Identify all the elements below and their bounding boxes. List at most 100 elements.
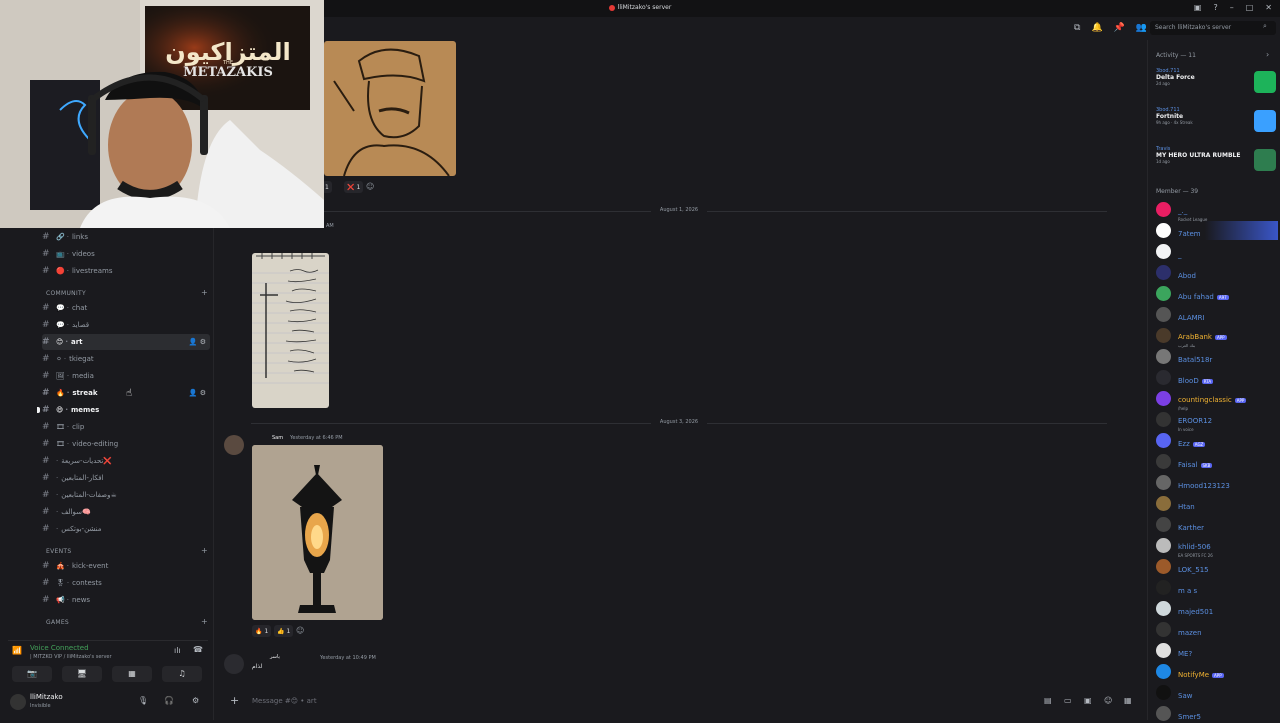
avatar[interactable] <box>10 694 26 710</box>
threads-icon[interactable]: ⧉ <box>1074 23 1080 33</box>
member-item[interactable]: Abod <box>1156 263 1278 282</box>
activities-button[interactable]: ▦ <box>112 666 152 682</box>
member-item[interactable]: Faisal SKB <box>1156 452 1278 471</box>
inbox-icon[interactable]: ▣ <box>1194 3 1202 12</box>
member-item[interactable]: BlooD RTA <box>1156 368 1278 387</box>
member-item[interactable]: m a s <box>1156 578 1278 597</box>
channel-item[interactable]: # 📢 · news <box>42 592 210 608</box>
member-item[interactable]: Hmood123123 <box>1156 473 1278 492</box>
maximize-button[interactable]: □ <box>1246 3 1254 12</box>
channel-item[interactable]: # 🔴 · livestreams <box>42 263 210 279</box>
emoji-icon[interactable]: ☺ <box>1104 696 1112 705</box>
member-item[interactable]: countingclassic APP/help <box>1156 389 1278 411</box>
channel-item[interactable]: # 💬 · قصايد <box>42 317 210 333</box>
channel-item[interactable]: # 🎖 · contests <box>42 575 210 591</box>
member-item[interactable]: Abu fahad A97 <box>1156 284 1278 303</box>
message-author[interactable]: Sam <box>272 435 283 441</box>
gift-icon[interactable]: ▤ <box>1044 696 1052 705</box>
channel-item[interactable]: # ⚪ · tkiegat <box>42 351 210 367</box>
avatar[interactable] <box>224 654 244 674</box>
avatar[interactable] <box>224 435 244 455</box>
activity-card[interactable]: 3bod.711 Delta Force 2d ago <box>1156 68 1276 102</box>
add-reaction-icon[interactable]: ☺ <box>366 182 374 191</box>
camera-button[interactable]: 📷 <box>12 666 52 682</box>
channel-item[interactable]: # · افكار-المتابعين <box>42 470 210 486</box>
member-item[interactable]: Saw <box>1156 683 1278 702</box>
reaction-button[interactable]: ❌ 1 <box>344 181 364 193</box>
settings-icon[interactable]: ⚙ <box>192 696 199 705</box>
category-games[interactable]: GAMES <box>46 619 69 626</box>
search-input[interactable]: Search lliMitzako's server <box>1150 21 1276 35</box>
member-item[interactable]: 7atem <box>1156 221 1278 240</box>
disconnect-icon[interactable]: ☎ <box>193 645 203 654</box>
reaction-button[interactable]: 👍 1 <box>274 625 294 637</box>
member-item[interactable]: Htan <box>1156 494 1278 513</box>
member-item[interactable]: Karther <box>1156 515 1278 534</box>
pin-icon[interactable]: 📌 <box>1114 23 1125 33</box>
close-button[interactable]: ✕ <box>1265 3 1272 12</box>
image-attachment-lantern[interactable] <box>252 445 383 620</box>
member-item[interactable]: EROOR12 In voice <box>1156 410 1278 432</box>
channel-emoji-icon: 🔗 <box>56 233 65 241</box>
member-item[interactable]: Batal518r <box>1156 347 1278 366</box>
channel-item[interactable]: # 😄 · memes <box>42 402 210 418</box>
add-channel-icon[interactable]: + <box>201 617 208 626</box>
username[interactable]: lliMitzako <box>30 693 63 701</box>
channel-settings-icon[interactable]: 👤 ⚙ <box>189 338 206 346</box>
channel-item[interactable]: # 🎞 · video-editing <box>42 436 210 452</box>
bell-icon[interactable]: 🔔 <box>1091 23 1102 33</box>
reaction-button[interactable]: 🔥 1 <box>252 625 272 637</box>
channel-item[interactable]: # · منشن-بوتكس <box>42 521 210 537</box>
member-item[interactable]: LOK_515 <box>1156 557 1278 576</box>
gif-icon[interactable]: ▭ <box>1064 696 1072 705</box>
screenshare-button[interactable]: 🖥 <box>62 666 102 682</box>
add-channel-icon[interactable]: + <box>201 288 208 297</box>
mic-icon[interactable]: 🎙 <box>138 696 148 705</box>
search-icon[interactable]: ⌕ <box>1263 22 1267 31</box>
add-attachment-icon[interactable]: + <box>230 694 239 707</box>
member-item[interactable]: _._ Rocket League <box>1156 200 1278 222</box>
member-item[interactable]: Ezz AGZ <box>1156 431 1278 450</box>
category-community[interactable]: COMMUNITY <box>46 290 86 297</box>
channel-item[interactable]: # 📺 · videos <box>42 246 210 262</box>
message-input[interactable]: Message #😊 • art <box>252 697 317 705</box>
member-item[interactable]: ArabBank APP بنك العرب <box>1156 326 1278 348</box>
minimize-button[interactable]: – <box>1230 3 1234 12</box>
apps-icon[interactable]: ▦ <box>1124 696 1132 705</box>
channel-item[interactable]: # · سوالف🧠 <box>42 504 210 520</box>
add-channel-icon[interactable]: + <box>201 546 208 555</box>
channel-item[interactable]: # · تحديات-سريعة❌ <box>42 453 210 469</box>
chevron-right-icon[interactable]: › <box>1266 50 1269 59</box>
message-author[interactable]: ياسر <box>270 654 280 660</box>
add-reaction-icon[interactable]: ☺ <box>296 626 304 635</box>
channel-item[interactable]: # 😊 · art 👤 ⚙ <box>42 334 210 350</box>
member-item[interactable]: NotifyMe APP <box>1156 662 1278 681</box>
member-item[interactable]: majed501 <box>1156 599 1278 618</box>
channel-item[interactable]: # 🖼 · media <box>42 368 210 384</box>
soundboard-button[interactable]: ♫ <box>162 666 202 682</box>
help-icon[interactable]: ? <box>1213 3 1217 12</box>
activity-card[interactable]: 3bod.711 Fortnite 9h ago · 4x Streak <box>1156 107 1276 141</box>
image-attachment-notebook[interactable] <box>252 253 329 408</box>
image-attachment-sketch[interactable] <box>324 41 456 176</box>
channel-item[interactable]: # · وصفات-المتابعين☕ <box>42 487 210 503</box>
activity-card[interactable]: Travis MY HERO ULTRA RUMBLE 1d ago <box>1156 146 1276 180</box>
member-item[interactable]: mazen <box>1156 620 1278 639</box>
channel-item[interactable]: # 🎞 · clip <box>42 419 210 435</box>
member-item[interactable]: Smer5 <box>1156 704 1278 723</box>
channel-item[interactable]: # 🔗 · links <box>42 229 210 245</box>
category-events[interactable]: Events <box>46 548 71 555</box>
member-list-icon[interactable]: 👥 <box>1136 23 1147 33</box>
member-item[interactable]: ALAMRI <box>1156 305 1278 324</box>
channel-item[interactable]: # 🎪 · kick-event <box>42 558 210 574</box>
message-composer[interactable]: + Message #😊 • art ▤ ▭ ▣ ☺ ▦ <box>222 690 1140 712</box>
noise-icon[interactable]: ılı <box>174 646 181 655</box>
channel-settings-icon[interactable]: 👤 ⚙ <box>189 389 206 397</box>
sticker-icon[interactable]: ▣ <box>1084 696 1092 705</box>
member-item[interactable]: khlid-506 EA SPORTS FC 26 <box>1156 536 1278 558</box>
member-item[interactable]: _ <box>1156 242 1278 261</box>
member-item[interactable]: ME? <box>1156 641 1278 660</box>
channel-item[interactable]: # 💬 · chat <box>42 300 210 316</box>
separator-dot: · <box>66 304 69 312</box>
headphones-icon[interactable]: 🎧 <box>164 696 174 705</box>
